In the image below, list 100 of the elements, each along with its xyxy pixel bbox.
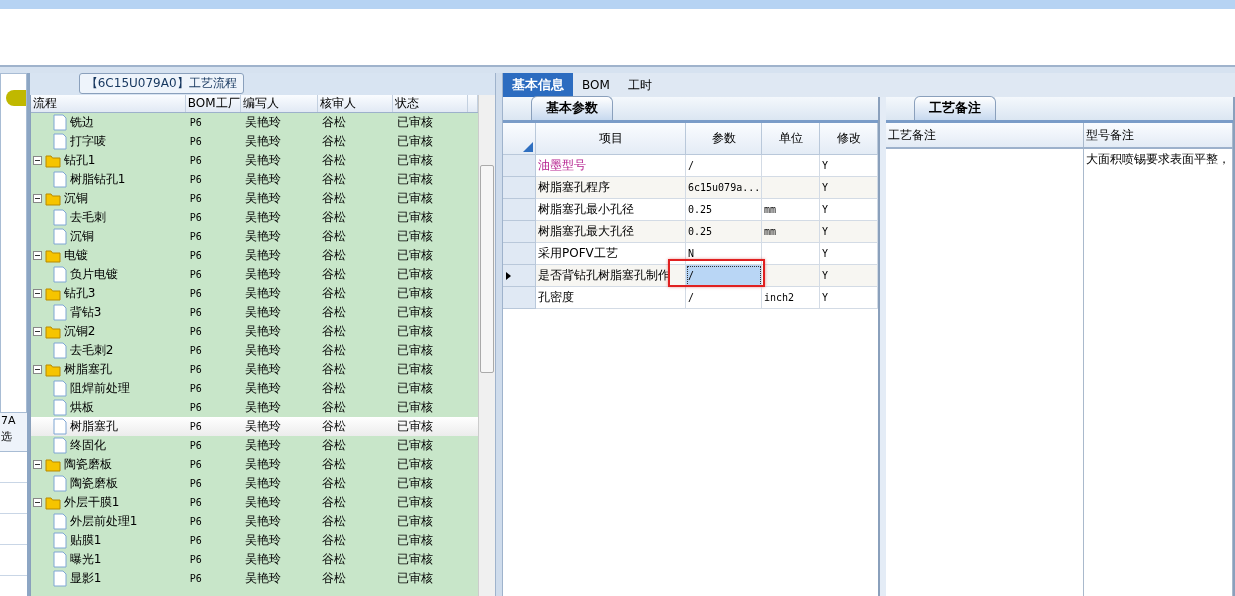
table-cell-text: 谷松 xyxy=(320,437,347,454)
table-cell-text: 谷松 xyxy=(320,171,347,188)
column-header[interactable]: 状态 xyxy=(392,95,468,112)
tree-row[interactable]: 沉铜 P6 吴艳玲 谷松 已审核 xyxy=(30,227,479,246)
table-cell-text: P6 xyxy=(188,117,203,128)
table-cell-text: 吴艳玲 xyxy=(243,456,282,473)
tree-row[interactable]: 去毛刺 P6 吴艳玲 谷松 已审核 xyxy=(30,208,479,227)
tab[interactable]: 基本信息 xyxy=(503,73,573,97)
table-cell-text: 已审核 xyxy=(395,304,434,321)
tree-row[interactable]: 显影1 P6 吴艳玲 谷松 已审核 xyxy=(30,569,479,588)
table-cell[interactable]: 0.25 xyxy=(686,221,713,242)
table-cell-text: 已审核 xyxy=(395,380,434,397)
table-cell-text: 谷松 xyxy=(320,285,347,302)
tab[interactable]: 基本参数 xyxy=(531,96,613,120)
tree-row[interactable]: 背钻3 P6 吴艳玲 谷松 已审核 xyxy=(30,303,479,322)
tree-row[interactable]: 树脂钻孔1 P6 吴艳玲 谷松 已审核 xyxy=(30,170,479,189)
tree-row[interactable]: 终固化 P6 吴艳玲 谷松 已审核 xyxy=(30,436,479,455)
table-cell-text: 吴艳玲 xyxy=(243,342,282,359)
table-cell-text: P6 xyxy=(188,326,203,337)
node-label: 沉铜 xyxy=(69,228,94,245)
column-header[interactable]: BOM工厂 xyxy=(185,95,241,112)
table-cell-text: 吴艳玲 xyxy=(243,551,282,568)
tree-row[interactable]: 贴膜1 P6 吴艳玲 谷松 已审核 xyxy=(30,531,479,550)
tree-row[interactable]: 烘板 P6 吴艳玲 谷松 已审核 xyxy=(30,398,479,417)
table-cell-text: 谷松 xyxy=(320,342,347,359)
tree-row[interactable]: 外层前处理1 P6 吴艳玲 谷松 已审核 xyxy=(30,512,479,531)
tab[interactable]: 工时 xyxy=(618,73,661,97)
table-cell[interactable]: / xyxy=(686,287,695,308)
table-cell-text: 吴艳玲 xyxy=(243,285,282,302)
tree-row[interactable]: 沉铜2 P6 吴艳玲 谷松 已审核 xyxy=(30,322,479,341)
table-cell-text: 谷松 xyxy=(320,114,347,131)
table-cell: 树脂塞孔最小孔径 xyxy=(538,201,634,218)
table-cell[interactable]: N xyxy=(686,243,695,264)
tree-row[interactable]: 陶瓷磨板 P6 吴艳玲 谷松 已审核 xyxy=(30,474,479,493)
table-cell-text: 谷松 xyxy=(320,266,347,283)
table-cell-text: 谷松 xyxy=(320,152,347,169)
column-header[interactable]: 流程 xyxy=(30,95,186,112)
tree-row[interactable]: 去毛刺2 P6 吴艳玲 谷松 已审核 xyxy=(30,341,479,360)
tree-row[interactable]: 打字唛 P6 吴艳玲 谷松 已审核 xyxy=(30,132,479,151)
node-label: 阻焊前处理 xyxy=(69,380,130,397)
table-cell: 树脂塞孔程序 xyxy=(538,179,610,196)
table-cell-text: 谷松 xyxy=(320,532,347,549)
node-label: 树脂塞孔 xyxy=(63,361,112,378)
table-cell-text: 谷松 xyxy=(320,247,347,264)
node-label: 陶瓷磨板 xyxy=(69,475,118,492)
table-cell-text: 吴艳玲 xyxy=(243,475,282,492)
node-label: 背钻3 xyxy=(69,304,102,321)
node-label: 树脂钻孔1 xyxy=(69,171,126,188)
column-header[interactable]: 型号备注 xyxy=(1084,123,1233,147)
table-cell[interactable]: / xyxy=(686,265,695,286)
tree-row[interactable]: 钻孔3 P6 吴艳玲 谷松 已审核 xyxy=(30,284,479,303)
table-cell-text: 谷松 xyxy=(320,494,347,511)
table-cell[interactable]: 6c15u079a... xyxy=(686,177,761,198)
tab[interactable]: 工艺备注 xyxy=(914,96,996,120)
strip-text: 7A xyxy=(0,413,17,429)
table-cell-text: 吴艳玲 xyxy=(243,513,282,530)
tree-row[interactable]: 负片电镀 P6 吴艳玲 谷松 已审核 xyxy=(30,265,479,284)
table-cell-text: P6 xyxy=(188,535,203,546)
table-cell-text: P6 xyxy=(188,174,203,185)
table-cell-text: 吴艳玲 xyxy=(243,304,282,321)
panel-title: 【6C15U079A0】工艺流程 xyxy=(78,73,244,94)
tree-row[interactable]: 阻焊前处理 P6 吴艳玲 谷松 已审核 xyxy=(30,379,479,398)
table-cell[interactable]: / xyxy=(686,155,695,176)
strip-text: 选 xyxy=(0,429,13,445)
tree-row[interactable]: 陶瓷磨板 P6 吴艳玲 谷松 已审核 xyxy=(30,455,479,474)
tree-row[interactable]: 沉铜 P6 吴艳玲 谷松 已审核 xyxy=(30,189,479,208)
column-header[interactable]: 核审人 xyxy=(317,95,393,112)
tree-row[interactable]: 外层干膜1 P6 吴艳玲 谷松 已审核 xyxy=(30,493,479,512)
table-cell-text: 谷松 xyxy=(320,570,347,587)
table-cell-text: 谷松 xyxy=(320,133,347,150)
tree-row[interactable]: 曝光1 P6 吴艳玲 谷松 已审核 xyxy=(30,550,479,569)
table-cell-text: P6 xyxy=(188,383,203,394)
table-cell-text: 已审核 xyxy=(395,418,434,435)
table-cell-text: P6 xyxy=(188,307,203,318)
table-cell-text: 谷松 xyxy=(320,551,347,568)
node-label: 贴膜1 xyxy=(69,532,102,549)
tree-row[interactable]: 树脂塞孔 P6 吴艳玲 谷松 已审核 xyxy=(30,417,479,436)
column-header[interactable]: 编写人 xyxy=(240,95,318,112)
table-cell-text: 已审核 xyxy=(395,475,434,492)
table-cell-text: 吴艳玲 xyxy=(243,570,282,587)
node-label: 钻孔1 xyxy=(63,152,96,169)
tree-row[interactable]: 树脂塞孔 P6 吴艳玲 谷松 已审核 xyxy=(30,360,479,379)
tree-row[interactable]: 电镀 P6 吴艳玲 谷松 已审核 xyxy=(30,246,479,265)
table-cell: 树脂塞孔最大孔径 xyxy=(538,223,634,240)
table-cell-text: 已审核 xyxy=(395,513,434,530)
table-cell-text: 吴艳玲 xyxy=(243,399,282,416)
table-cell-text: 已审核 xyxy=(395,361,434,378)
table-cell-text: P6 xyxy=(188,440,203,451)
table-cell-text: P6 xyxy=(188,364,203,375)
table-cell-text: 已审核 xyxy=(395,570,434,587)
table-cell: inch2 xyxy=(762,287,820,309)
node-label: 树脂塞孔 xyxy=(69,418,118,435)
table-cell-text: 谷松 xyxy=(320,418,347,435)
node-label: 曝光1 xyxy=(69,551,102,568)
table-cell-text: 已审核 xyxy=(395,494,434,511)
table-cell[interactable]: 0.25 xyxy=(686,199,713,220)
tree-row[interactable]: 钻孔1 P6 吴艳玲 谷松 已审核 xyxy=(30,151,479,170)
tree-row[interactable]: 铣边 P6 吴艳玲 谷松 已审核 xyxy=(30,113,479,132)
column-header[interactable]: 工艺备注 xyxy=(886,123,1084,147)
tab[interactable]: BOM xyxy=(573,73,619,97)
